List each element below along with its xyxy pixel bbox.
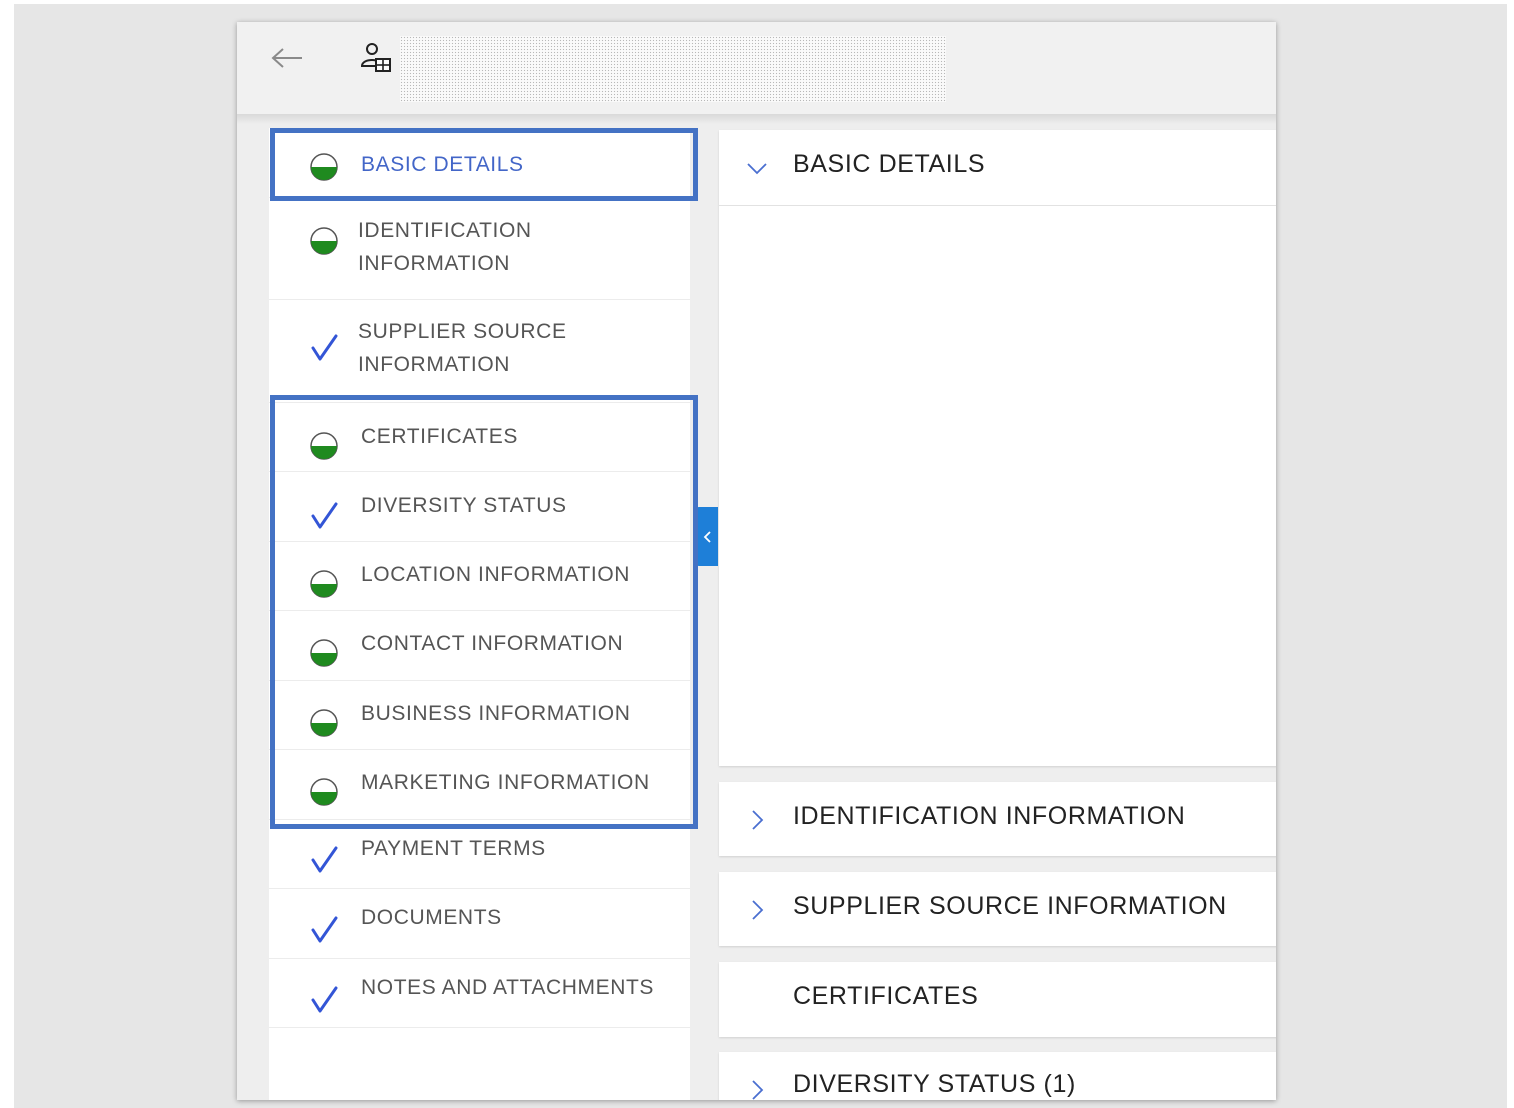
- section-panel-title: BASIC DETAILS: [793, 150, 986, 178]
- nav-item-notes-and-attachments[interactable]: NOTES AND ATTACHMENTS: [269, 959, 690, 1028]
- half-circle-icon: [310, 709, 338, 737]
- half-circle-icon: [310, 639, 338, 667]
- app-window: BASIC DETAILS IDENTIFICATION INFORMATION S…: [237, 22, 1276, 1100]
- collapse-nav-button[interactable]: [697, 507, 718, 566]
- redacted-supplier-name: [400, 36, 946, 102]
- divider: [719, 205, 1276, 206]
- checkmark-icon: [311, 986, 338, 1013]
- section-panel-header[interactable]: IDENTIFICATION INFORMATION: [719, 782, 1276, 858]
- nav-item-label: SUPPLIER SOURCE INFORMATION: [358, 320, 567, 376]
- back-button[interactable]: [267, 40, 307, 76]
- nav-item-marketing-information[interactable]: MARKETING INFORMATION: [269, 750, 690, 820]
- nav-item-label: IDENTIFICATION INFORMATION: [358, 219, 532, 275]
- topbar-shadow: [237, 114, 1276, 124]
- nav-item-basic-details[interactable]: BASIC DETAILS: [269, 134, 690, 198]
- chevron-right-icon: [752, 900, 764, 920]
- nav-item-payment-terms[interactable]: PAYMENT TERMS: [269, 820, 690, 889]
- checkmark-icon: [311, 846, 338, 873]
- section-panel-title: CERTIFICATES: [793, 982, 979, 1010]
- checkmark-icon: [311, 916, 338, 943]
- half-circle-icon: [310, 778, 338, 806]
- nav-item-label: CONTACT INFORMATION: [361, 632, 624, 655]
- nav-item-contact-information[interactable]: CONTACT INFORMATION: [269, 611, 690, 681]
- arrow-left-icon: [271, 48, 302, 68]
- chevron-down-icon: [747, 163, 767, 175]
- nav-item-label: PAYMENT TERMS: [361, 837, 546, 860]
- nav-item-certificates[interactable]: CERTIFICATES: [269, 403, 690, 472]
- chevron-right-icon: [752, 810, 764, 830]
- section-panel: IDENTIFICATION INFORMATION: [719, 782, 1276, 856]
- half-circle-icon: [310, 432, 338, 460]
- section-panel: CERTIFICATES: [719, 962, 1276, 1037]
- nav-item-label: CERTIFICATES: [361, 425, 518, 448]
- nav-item-documents[interactable]: DOCUMENTS: [269, 889, 690, 959]
- section-panel-header[interactable]: BASIC DETAILS: [719, 130, 1276, 206]
- nav-item-business-information[interactable]: BUSINESS INFORMATION: [269, 681, 690, 750]
- nav-item-label: MARKETING INFORMATION: [361, 771, 650, 794]
- section-panel: BASIC DETAILS: [719, 130, 1276, 766]
- supplier-profile-icon: [360, 43, 391, 72]
- nav-item-location-information[interactable]: LOCATION INFORMATION: [269, 542, 690, 611]
- nav-item-supplier-source-information[interactable]: SUPPLIER SOURCE INFORMATION: [269, 300, 690, 403]
- nav-item-label: NOTES AND ATTACHMENTS: [361, 976, 655, 999]
- checkmark-icon: [311, 502, 338, 529]
- section-panel: SUPPLIER SOURCE INFORMATION: [719, 872, 1276, 946]
- section-panel-title: SUPPLIER SOURCE INFORMATION: [793, 892, 1227, 920]
- chevron-right-icon: [752, 1080, 764, 1100]
- chevron-left-icon: [703, 530, 711, 543]
- top-bar: [237, 22, 1276, 115]
- nav-item-label: LOCATION INFORMATION: [361, 563, 631, 586]
- half-circle-icon: [310, 153, 338, 181]
- section-panel-title: DIVERSITY STATUS (1): [793, 1070, 1076, 1098]
- half-circle-icon: [310, 227, 338, 255]
- nav-item-label: DIVERSITY STATUS: [361, 494, 567, 517]
- section-panel-header[interactable]: CERTIFICATES: [719, 962, 1276, 1038]
- nav-item-identification-information[interactable]: IDENTIFICATION INFORMATION: [269, 198, 690, 300]
- nav-item-label: BASIC DETAILS: [361, 153, 524, 176]
- section-panel: DIVERSITY STATUS (1): [719, 1052, 1276, 1100]
- nav-item-label: DOCUMENTS: [361, 906, 502, 929]
- checkmark-icon: [311, 334, 338, 361]
- nav-item-diversity-status[interactable]: DIVERSITY STATUS: [269, 472, 690, 542]
- section-navigation: BASIC DETAILS IDENTIFICATION INFORMATION S…: [269, 128, 690, 1100]
- half-circle-icon: [310, 570, 338, 598]
- nav-item-label: BUSINESS INFORMATION: [361, 702, 631, 725]
- section-panel-header[interactable]: DIVERSITY STATUS (1): [719, 1052, 1276, 1100]
- section-panel-header[interactable]: SUPPLIER SOURCE INFORMATION: [719, 872, 1276, 948]
- section-panel-title: IDENTIFICATION INFORMATION: [793, 802, 1186, 830]
